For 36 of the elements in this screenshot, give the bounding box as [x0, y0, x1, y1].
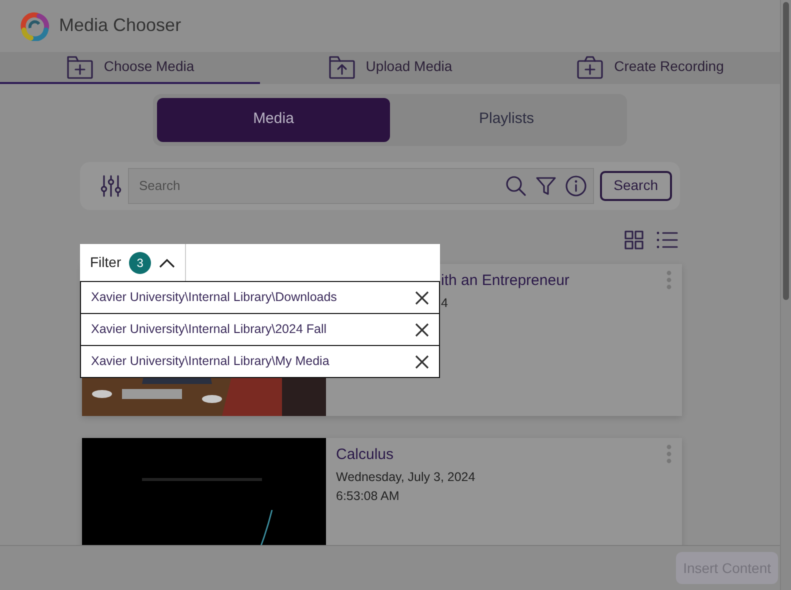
remove-button[interactable] [415, 290, 429, 304]
info-icon[interactable] [564, 174, 587, 197]
segment-tab[interactable]: Playlists [390, 98, 623, 142]
search-box[interactable]: Search [128, 168, 594, 204]
list-view-icon[interactable] [656, 230, 678, 250]
filter-path: Xavier University\Internal Library\2024 Fall [91, 321, 327, 338]
media-date: Wednesday, July 3, 2024 [336, 468, 476, 486]
filter-path: Xavier University\Internal Library\My Media [91, 353, 330, 370]
folder-upload-icon [328, 54, 356, 80]
sliders-icon [100, 174, 122, 198]
camera-plus-icon [576, 54, 604, 80]
tab[interactable]: Upload Media [260, 52, 520, 84]
search-icon[interactable] [504, 174, 527, 197]
media-time: 6:53:08 AM [336, 488, 400, 505]
segment-tab[interactable]: Media [157, 98, 390, 142]
media-date: 4 [441, 294, 449, 312]
close-icon [415, 290, 429, 304]
chevron-up-icon [159, 258, 176, 268]
close-icon [415, 322, 429, 336]
scrollbar-thumb[interactable] [783, 2, 789, 300]
close-icon [415, 354, 429, 368]
logo-icon [19, 10, 51, 41]
count-badge: 3 [129, 252, 152, 274]
tab[interactable]: Create Recording [520, 52, 780, 84]
filter-path: Xavier University\Internal Library\Downloads [91, 289, 337, 306]
media-title: Calculus [336, 445, 395, 465]
tab[interactable]: Choose Media [0, 52, 260, 84]
media-title: ith an Entrepreneur [441, 271, 570, 291]
remove-button[interactable] [415, 322, 429, 336]
filter-icon[interactable] [534, 174, 557, 197]
search-button[interactable]: Search [600, 170, 672, 201]
search-field[interactable]: Search [137, 175, 497, 197]
remove-button[interactable] [415, 354, 429, 368]
app-title: Media Chooser [59, 14, 182, 38]
grid-view-icon[interactable] [624, 230, 644, 250]
folder-plus-icon [66, 54, 94, 80]
